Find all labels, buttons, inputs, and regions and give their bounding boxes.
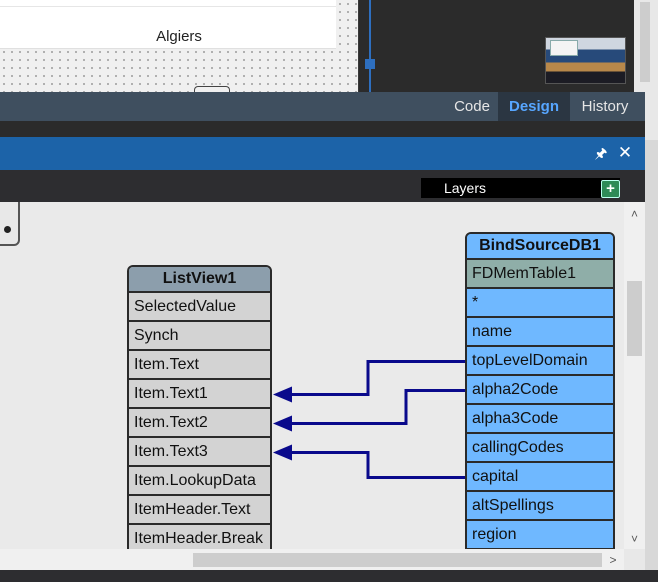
scroll-down-icon[interactable]: ˅ (624, 530, 645, 548)
tab-code[interactable]: Code (446, 92, 498, 121)
right-edge-strip (645, 140, 658, 570)
livebindings-diagram[interactable]: ListView1 SelectedValue Synch Item.Text Ite… (0, 202, 624, 549)
binding-link[interactable] (290, 451, 465, 479)
listview-title: ListView1 (129, 267, 270, 293)
tab-history[interactable]: History (570, 92, 640, 121)
listview-field[interactable]: Item.Text2 (129, 409, 270, 438)
listview-field[interactable]: Item.Text1 (129, 380, 270, 409)
vertical-scrollbar[interactable] (624, 202, 645, 549)
close-icon[interactable]: ✕ (616, 144, 634, 161)
listview-field[interactable]: SelectedValue (129, 293, 270, 322)
layers-label: Layers (443, 180, 487, 196)
bindsource-field[interactable]: name (467, 318, 613, 347)
bindsource-field[interactable]: region (467, 521, 613, 549)
scroll-right-icon[interactable]: ˃ (604, 551, 622, 569)
listview-field[interactable]: Item.Text (129, 351, 270, 380)
bottom-strip (0, 570, 658, 582)
panel-title-bar (0, 137, 645, 170)
listview-fields: SelectedValue Synch Item.Text Item.Text1 Ite… (129, 293, 270, 549)
tree-node[interactable] (365, 59, 375, 69)
scroll-corner (624, 549, 645, 570)
bindsource-node[interactable]: BindSourceDB1 FDMemTable1 * name topLevelDo… (465, 232, 615, 549)
tree-connector (369, 0, 371, 92)
tab-design[interactable]: Design (498, 92, 570, 121)
horizontal-scroll-thumb[interactable] (193, 553, 602, 567)
bindsource-field[interactable]: topLevelDomain (467, 347, 613, 376)
tabbar-edge (645, 92, 658, 140)
link-arrowhead (273, 444, 292, 461)
listview-field[interactable]: Item.LookupData (129, 467, 270, 496)
bindsource-field[interactable]: capital (467, 463, 613, 492)
bindsource-field[interactable]: * (467, 289, 613, 318)
top-scrollbar-thumb[interactable] (640, 2, 650, 82)
listview-field[interactable]: Item.Text3 (129, 438, 270, 467)
preview-window-image (550, 40, 578, 56)
bindsource-field[interactable]: FDMemTable1 (467, 260, 613, 289)
vertical-scroll-thumb[interactable] (627, 281, 642, 356)
list-item-text: Algiers (156, 28, 202, 45)
listview-field[interactable]: ItemHeader.Break (129, 525, 270, 549)
bindsource-field[interactable]: altSpellings (467, 492, 613, 521)
list-divider (0, 6, 336, 7)
listview-field[interactable]: ItemHeader.Text (129, 496, 270, 525)
bindsource-title: BindSourceDB1 (467, 234, 613, 260)
bindsource-fields: FDMemTable1 * name topLevelDomain alpha2Code… (467, 260, 613, 549)
bindsource-field[interactable]: alpha2Code (467, 376, 613, 405)
link-arrowhead (273, 386, 292, 403)
bindsource-field[interactable]: callingCodes (467, 434, 613, 463)
plus-icon[interactable]: + (601, 180, 620, 198)
bindsource-field[interactable]: alpha3Code (467, 405, 613, 434)
pin-icon[interactable]: 🖈 (593, 145, 609, 161)
scroll-up-icon[interactable]: ˄ (624, 205, 645, 223)
listview-field[interactable]: Synch (129, 322, 270, 351)
link-arrowhead (273, 415, 292, 432)
listview-node[interactable]: ListView1 SelectedValue Synch Item.Text Ite… (127, 265, 272, 549)
